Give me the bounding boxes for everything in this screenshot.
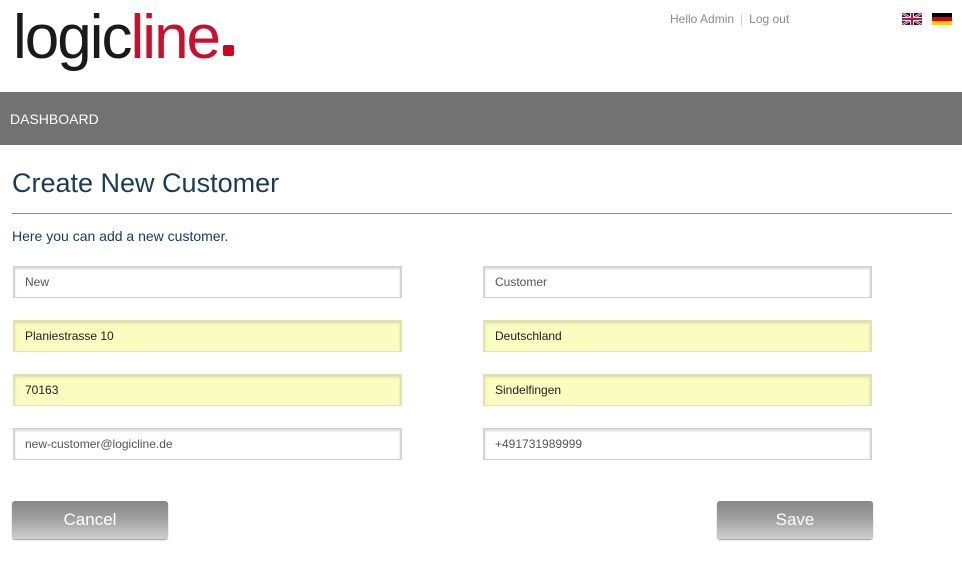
country-input[interactable] (483, 320, 872, 352)
header: logicline Hello Admin | Log out (0, 0, 962, 92)
logo-dot (223, 45, 235, 56)
save-button[interactable]: Save (717, 501, 873, 539)
page-title: Create New Customer (12, 168, 280, 198)
email-input[interactable] (13, 428, 402, 460)
german-flag-icon[interactable] (932, 13, 952, 25)
page-intro: Here you can add a new customer. (12, 228, 229, 244)
logout-link[interactable]: Log out (749, 12, 789, 26)
cancel-button[interactable]: Cancel (12, 501, 168, 539)
street-input[interactable] (13, 320, 402, 352)
nav-item-dashboard[interactable]: DASHBOARD (10, 111, 99, 127)
logo[interactable]: logicline (13, 2, 235, 74)
main-nav: DASHBOARD (0, 92, 962, 145)
english-flag-icon[interactable] (902, 13, 922, 25)
user-nav: Hello Admin | Log out (670, 12, 789, 26)
phone-input[interactable] (483, 428, 872, 460)
zip-input[interactable] (13, 374, 402, 406)
last-name-input[interactable] (483, 266, 872, 298)
title-divider (12, 213, 952, 214)
city-input[interactable] (483, 374, 872, 406)
user-nav-separator: | (740, 12, 744, 26)
user-greeting: Hello Admin (670, 12, 735, 26)
first-name-input[interactable] (13, 266, 402, 298)
logo-text-red: line (130, 3, 222, 72)
logo-text-dark: logic (13, 3, 133, 72)
